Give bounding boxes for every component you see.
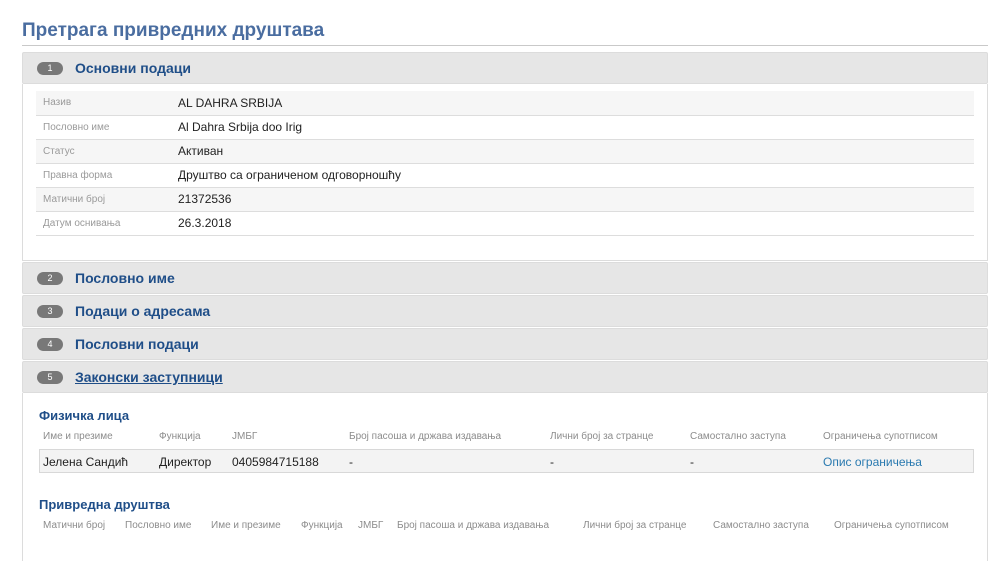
section-number-badge: 5 bbox=[37, 370, 63, 384]
section-title: Подаци о адресама bbox=[75, 303, 211, 319]
person-foreign-id: - bbox=[550, 455, 554, 469]
table-row: Јелена Сандић Директор 0405984715188 - -… bbox=[39, 449, 974, 473]
page-title: Претрага привредних друштава bbox=[22, 20, 988, 46]
column-header: Име и презиме bbox=[211, 520, 281, 531]
section-business-name-header[interactable]: 2 Пословно име bbox=[22, 262, 988, 294]
section-legal-representatives-header[interactable]: 5 Законски заступници bbox=[22, 361, 988, 393]
column-header: ЈМБГ bbox=[358, 520, 384, 531]
info-row-legal-form: Правна форма Друштво са ограниченом одго… bbox=[36, 163, 974, 187]
info-value: 26.3.2018 bbox=[178, 216, 232, 230]
info-value: Активан bbox=[178, 144, 224, 158]
column-header: Функција bbox=[159, 431, 201, 442]
column-header: Функција bbox=[301, 520, 343, 531]
section-number-badge: 3 bbox=[37, 304, 63, 318]
info-row-business-name: Пословно име Al Dahra Srbija doo Irig bbox=[36, 115, 974, 139]
person-independent: - bbox=[690, 455, 694, 469]
info-row-registration-number: Матични број 21372536 bbox=[36, 187, 974, 211]
info-value: Al Dahra Srbija doo Irig bbox=[178, 120, 303, 134]
column-header: Број пасоша и држава издавања bbox=[349, 431, 502, 442]
section-title: Пословно име bbox=[75, 270, 175, 286]
info-label: Датум оснивања bbox=[43, 217, 121, 229]
section-title: Пословни подаци bbox=[75, 336, 199, 352]
section-addresses-header[interactable]: 3 Подаци о адресама bbox=[22, 295, 988, 327]
natural-persons-title: Физичка лица bbox=[39, 408, 130, 423]
person-passport: - bbox=[349, 455, 353, 469]
legal-representatives-panel bbox=[22, 393, 988, 561]
info-row-name: Назив AL DAHRA SRBIJA bbox=[36, 91, 974, 115]
info-row-founding-date: Датум оснивања 26.3.2018 bbox=[36, 211, 974, 235]
column-header: Матични број bbox=[43, 520, 106, 531]
info-value: Друштво са ограниченом одговорношћу bbox=[178, 168, 401, 182]
column-header: Самостално заступа bbox=[713, 520, 809, 531]
column-header: Број пасоша и држава издавања bbox=[397, 520, 550, 531]
companies-title: Привредна друштва bbox=[39, 497, 170, 512]
info-label: Назив bbox=[43, 97, 72, 109]
column-header: Ограничења супотписом bbox=[823, 431, 938, 442]
person-name: Јелена Сандић bbox=[43, 455, 129, 469]
info-label: Пословно име bbox=[43, 121, 110, 133]
person-function: Директор bbox=[159, 455, 212, 469]
section-title-link[interactable]: Законски заступници bbox=[75, 369, 223, 385]
info-label: Статус bbox=[43, 145, 75, 157]
section-number-badge: 2 bbox=[37, 271, 63, 285]
column-header: Самостално заступа bbox=[690, 431, 786, 442]
info-row-status: Статус Активан bbox=[36, 139, 974, 163]
info-label: Правна форма bbox=[43, 169, 113, 181]
column-header: Име и презиме bbox=[43, 431, 113, 442]
basic-info-panel: Назив AL DAHRA SRBIJA Пословно име Al Da… bbox=[22, 84, 988, 261]
column-header: Ограничења супотписом bbox=[834, 520, 949, 531]
person-jmbg: 0405984715188 bbox=[232, 455, 319, 469]
section-number-badge: 1 bbox=[37, 61, 63, 75]
section-title: Основни подаци bbox=[75, 60, 191, 76]
section-basic-info-header[interactable]: 1 Основни подаци bbox=[22, 52, 988, 84]
column-header: Лични број за странце bbox=[550, 431, 654, 442]
info-label: Матични број bbox=[43, 193, 106, 205]
section-number-badge: 4 bbox=[37, 337, 63, 351]
column-header: Пословно име bbox=[125, 520, 192, 531]
basic-info-table: Назив AL DAHRA SRBIJA Пословно име Al Da… bbox=[36, 91, 974, 236]
info-value: 21372536 bbox=[178, 192, 232, 206]
column-header: ЈМБГ bbox=[232, 431, 258, 442]
restriction-description-link[interactable]: Опис ограничења bbox=[823, 455, 922, 469]
section-business-data-header[interactable]: 4 Пословни подаци bbox=[22, 328, 988, 360]
column-header: Лични број за странце bbox=[583, 520, 687, 531]
info-value: AL DAHRA SRBIJA bbox=[178, 95, 283, 110]
